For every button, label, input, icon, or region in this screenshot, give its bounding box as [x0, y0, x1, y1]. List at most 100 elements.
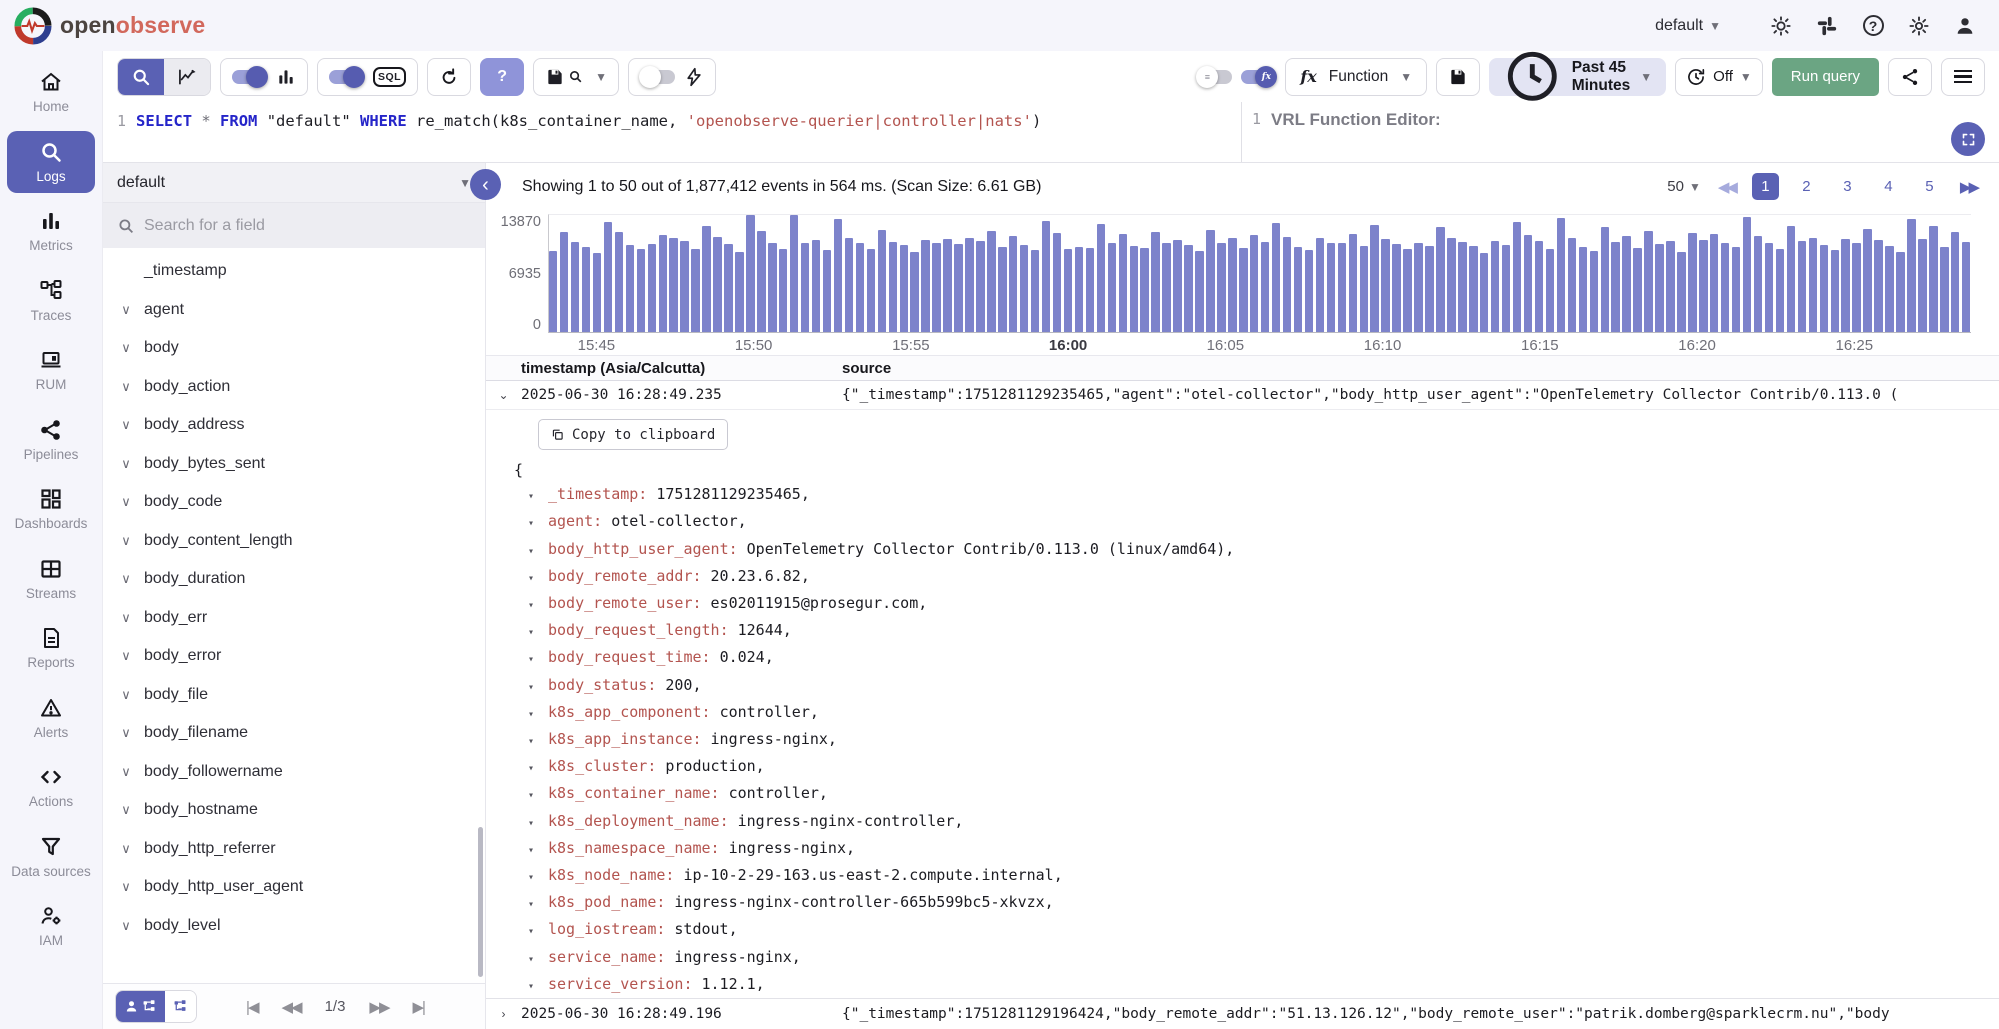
chevron-down-icon[interactable]: ▾ [528, 648, 548, 672]
field-item-body_file[interactable]: ∨body_file [103, 676, 485, 715]
chevron-down-icon[interactable]: ▾ [528, 866, 548, 890]
field-item-body_http_referrer[interactable]: ∨body_http_referrer [103, 830, 485, 869]
sidebar-item-alerts[interactable]: Alerts [7, 687, 95, 750]
json-entry-service_name[interactable]: ▾service_name:ingress-nginx, [514, 945, 1999, 972]
sql-mode-toggle[interactable] [329, 70, 364, 84]
copy-to-clipboard-button[interactable]: Copy to clipboard [538, 419, 728, 450]
org-selector[interactable]: default ▼ [1655, 17, 1721, 35]
field-item-body_duration[interactable]: ∨body_duration [103, 560, 485, 599]
chevron-down-icon[interactable]: ▾ [528, 512, 548, 536]
chevron-down-icon[interactable]: ∨ [116, 379, 136, 395]
chevron-down-icon[interactable]: ∨ [116, 879, 136, 895]
histogram-toggle[interactable] [232, 70, 267, 84]
sql-query-editor[interactable]: 1 SELECT * FROM "default" WHERE re_match… [103, 102, 1241, 162]
help-icon[interactable]: ? [1861, 14, 1885, 38]
chevron-down-icon[interactable]: ∨ [116, 725, 136, 741]
sidebar-item-streams[interactable]: Streams [7, 548, 95, 611]
chevron-down-icon[interactable]: ∨ [116, 687, 136, 703]
field-item-body_action[interactable]: ∨body_action [103, 368, 485, 407]
function-select[interactable]: fx Function ▼ [1285, 58, 1427, 96]
json-entry-body_request_length[interactable]: ▾body_request_length:12644, [514, 618, 1999, 645]
chevron-down-icon[interactable]: ⌄ [486, 388, 521, 402]
user-profile-icon[interactable] [1953, 14, 1977, 38]
sidebar-item-data-sources[interactable]: Data sources [7, 826, 95, 889]
chevron-down-icon[interactable]: ▾ [528, 975, 548, 998]
page-button-5[interactable]: 5 [1916, 173, 1943, 200]
field-item-body_error[interactable]: ∨body_error [103, 637, 485, 676]
log-row-collapsed[interactable]: › 2025-06-30 16:28:49.196 {"_timestamp":… [486, 998, 1999, 1029]
first-page-icon[interactable]: |◀ [246, 998, 257, 1016]
auto-refresh-picker[interactable]: Off ▼ [1675, 58, 1763, 96]
json-entry-k8s_app_component[interactable]: ▾k8s_app_component:controller, [514, 700, 1999, 727]
next-pages-icon[interactable]: ▶▶ [1960, 178, 1977, 196]
chevron-down-icon[interactable]: ▾ [528, 812, 548, 836]
quick-mode-toggle[interactable] [640, 70, 675, 84]
openobserve-logo[interactable]: openobserve [14, 7, 205, 45]
json-entry-agent[interactable]: ▾agent:otel-collector, [514, 509, 1999, 536]
sidebar-item-iam[interactable]: IAM [7, 895, 95, 958]
settings-gear-icon[interactable] [1907, 14, 1931, 38]
chevron-down-icon[interactable]: ∨ [116, 571, 136, 587]
page-size-select[interactable]: 50 ▼ [1667, 178, 1701, 195]
json-entry-k8s_cluster[interactable]: ▾k8s_cluster:production, [514, 754, 1999, 781]
fullscreen-button[interactable] [1951, 122, 1985, 156]
chevron-down-icon[interactable]: ▾ [528, 676, 548, 700]
sidebar-item-pipelines[interactable]: Pipelines [7, 409, 95, 472]
page-button-1[interactable]: 1 [1752, 173, 1779, 200]
chevron-down-icon[interactable]: ▾ [528, 920, 548, 944]
chevron-down-icon[interactable]: ∨ [116, 340, 136, 356]
json-entry-body_remote_user[interactable]: ▾body_remote_user:es02011915@prosegur.co… [514, 591, 1999, 618]
collapse-fields-button[interactable]: ‹ [470, 169, 501, 200]
menu-button[interactable] [1941, 58, 1985, 96]
field-view-schema-button[interactable] [165, 991, 196, 1022]
run-query-button[interactable]: Run query [1772, 58, 1879, 96]
field-item-body_filename[interactable]: ∨body_filename [103, 714, 485, 753]
transform-toggle[interactable]: ≡ [1197, 70, 1232, 84]
field-item-body_http_user_agent[interactable]: ∨body_http_user_agent [103, 868, 485, 907]
chevron-down-icon[interactable]: ▾ [528, 567, 548, 591]
chevron-down-icon[interactable]: ∨ [116, 764, 136, 780]
chevron-down-icon[interactable]: ▾ [528, 594, 548, 618]
field-view-user-button[interactable] [116, 991, 165, 1022]
share-button[interactable] [1888, 58, 1932, 96]
chevron-down-icon[interactable]: ▾ [528, 757, 548, 781]
page-button-2[interactable]: 2 [1793, 173, 1820, 200]
sidebar-item-rum[interactable]: RUM [7, 339, 95, 402]
json-entry-body_request_time[interactable]: ▾body_request_time:0.024, [514, 645, 1999, 672]
chevron-down-icon[interactable]: ∨ [116, 802, 136, 818]
chevron-down-icon[interactable]: ∨ [116, 494, 136, 510]
timestamp-column-header[interactable]: timestamp (Asia/Calcutta) [486, 360, 842, 377]
time-range-picker[interactable]: Past 45 Minutes ▼ [1489, 58, 1666, 96]
prev-page-icon[interactable]: ◀◀ [281, 998, 300, 1016]
chevron-down-icon[interactable]: ▾ [528, 485, 548, 509]
chevron-down-icon[interactable]: ∨ [116, 918, 136, 934]
field-item-body_code[interactable]: ∨body_code [103, 483, 485, 522]
visualize-tab[interactable] [164, 59, 210, 95]
slack-icon[interactable] [1815, 14, 1839, 38]
field-item-body[interactable]: ∨body [103, 329, 485, 368]
prev-pages-icon[interactable]: ◀◀ [1718, 178, 1735, 196]
json-entry-k8s_container_name[interactable]: ▾k8s_container_name:controller, [514, 781, 1999, 808]
chevron-down-icon[interactable]: ▾ [528, 621, 548, 645]
histogram-plot[interactable] [548, 214, 1971, 333]
page-button-3[interactable]: 3 [1834, 173, 1861, 200]
chevron-down-icon[interactable]: ∨ [116, 648, 136, 664]
field-search-input[interactable] [144, 217, 471, 235]
next-page-icon[interactable]: ▶▶ [369, 998, 388, 1016]
chevron-down-icon[interactable]: ▾ [528, 730, 548, 754]
saved-views-dropdown[interactable]: ▼ [595, 70, 607, 84]
sidebar-item-actions[interactable]: Actions [7, 756, 95, 819]
chevron-down-icon[interactable]: ▾ [528, 839, 548, 863]
syntax-help-button[interactable]: ? [480, 58, 524, 96]
chevron-right-icon[interactable]: › [486, 1007, 521, 1021]
field-item-agent[interactable]: ∨agent [103, 291, 485, 330]
json-entry-k8s_deployment_name[interactable]: ▾k8s_deployment_name:ingress-nginx-contr… [514, 809, 1999, 836]
chevron-down-icon[interactable]: ▾ [528, 948, 548, 972]
stream-selector[interactable]: default ▼ [103, 163, 485, 203]
sidebar-item-dashboards[interactable]: Dashboards [7, 478, 95, 541]
chevron-down-icon[interactable]: ▾ [528, 703, 548, 727]
field-item-body_err[interactable]: ∨body_err [103, 599, 485, 638]
json-entry-_timestamp[interactable]: ▾_timestamp:1751281129235465, [514, 482, 1999, 509]
chevron-down-icon[interactable]: ∨ [116, 841, 136, 857]
json-entry-log_iostream[interactable]: ▾log_iostream:stdout, [514, 917, 1999, 944]
